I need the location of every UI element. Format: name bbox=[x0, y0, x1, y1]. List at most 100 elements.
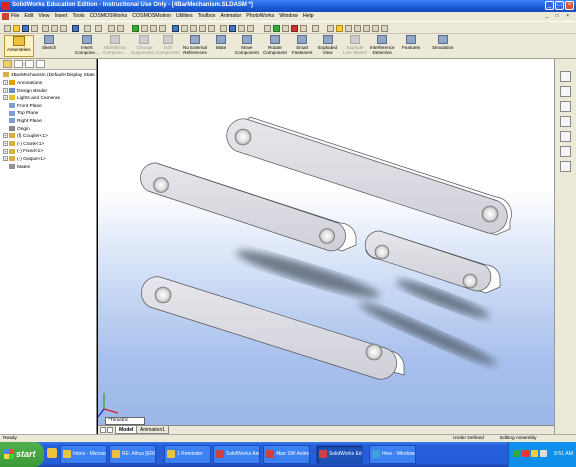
mate-button[interactable]: Mate bbox=[216, 35, 226, 50]
rotate-view-icon[interactable] bbox=[199, 25, 206, 32]
tray-icon[interactable] bbox=[522, 450, 529, 457]
output-link[interactable] bbox=[364, 230, 501, 294]
tab-prev-icon[interactable] bbox=[107, 427, 113, 433]
edit-component-button[interactable]: Edit Component bbox=[156, 35, 180, 55]
tree-root[interactable]: 4BarMechanism (Default<Display State bbox=[3, 72, 95, 80]
zoom-to-fit-icon[interactable] bbox=[172, 25, 179, 32]
no-external-references-button[interactable]: No External References bbox=[183, 35, 207, 55]
start-button[interactable]: start bbox=[0, 442, 44, 467]
options-icon[interactable] bbox=[372, 25, 379, 32]
anim-stop-icon[interactable] bbox=[291, 25, 298, 32]
sketch-tab-button[interactable]: Sketch bbox=[42, 35, 56, 50]
options-icon[interactable] bbox=[117, 25, 124, 32]
decal-icon[interactable] bbox=[363, 25, 370, 32]
tree-item[interactable]: Right Plane bbox=[9, 118, 42, 126]
exploded-view-button[interactable]: Exploded View bbox=[318, 35, 337, 55]
custom-properties-icon[interactable] bbox=[560, 161, 571, 172]
display-style-icon[interactable] bbox=[229, 25, 236, 32]
file-properties-icon[interactable] bbox=[108, 25, 115, 32]
change-suppression-button[interactable]: Change Suppressio... bbox=[131, 35, 158, 55]
expand-icon[interactable]: + bbox=[3, 148, 8, 154]
taskbar-task[interactable]: SolidWorks Anim... bbox=[213, 445, 260, 464]
menu-edit[interactable]: Edit bbox=[24, 13, 33, 19]
lighting-icon[interactable] bbox=[381, 25, 388, 32]
minimize-button[interactable]: _ bbox=[545, 1, 554, 10]
pan-icon[interactable] bbox=[208, 25, 215, 32]
graphics-area[interactable] bbox=[98, 59, 554, 434]
cut-icon[interactable] bbox=[42, 25, 49, 32]
menu-view[interactable]: View bbox=[38, 13, 49, 19]
menu-tools[interactable]: Tools bbox=[72, 13, 84, 19]
explode-line-sketch-button[interactable]: Explode Line Sketch bbox=[343, 35, 367, 55]
dimxpert-manager-tab[interactable] bbox=[36, 60, 45, 68]
tree-item[interactable]: Top Plane bbox=[9, 110, 38, 118]
tray-icon[interactable] bbox=[531, 450, 538, 457]
sketch-tool-icon[interactable] bbox=[159, 25, 166, 32]
anim-play-icon[interactable] bbox=[273, 25, 280, 32]
interference-detection-button[interactable]: Interference Detection bbox=[370, 35, 395, 55]
taskbar-task[interactable]: SolidWorks Educ... bbox=[316, 445, 363, 464]
smart-fasteners-button[interactable]: Smart Fasteners bbox=[292, 35, 312, 55]
expand-icon[interactable]: + bbox=[3, 141, 8, 147]
view-palette-icon[interactable] bbox=[560, 131, 571, 142]
new-icon[interactable] bbox=[4, 25, 11, 32]
mdi-window-controls[interactable]: _ □ × bbox=[546, 13, 573, 19]
tree-item[interactable]: + (-) Fixed<1> bbox=[3, 148, 43, 156]
open-icon[interactable] bbox=[13, 25, 20, 32]
menu-animator[interactable]: Animator bbox=[220, 13, 241, 19]
tree-item[interactable]: Front Plane bbox=[9, 103, 42, 111]
taskbar-task[interactable]: Inbox - Microsof... bbox=[60, 445, 107, 464]
tree-item[interactable]: + Design Binder bbox=[3, 87, 47, 96]
menu-help[interactable]: Help bbox=[303, 13, 314, 19]
anim-record-icon[interactable] bbox=[312, 25, 319, 32]
rotate-component-button[interactable]: Rotate Component bbox=[263, 35, 287, 55]
sketch-tool-icon[interactable] bbox=[150, 25, 157, 32]
appearances-icon[interactable] bbox=[560, 146, 571, 157]
smart-dimension-icon[interactable] bbox=[132, 25, 139, 32]
anim-end-icon[interactable] bbox=[300, 25, 307, 32]
tree-item[interactable]: + (-) Output<1> bbox=[3, 156, 46, 164]
rebuild-icon[interactable] bbox=[95, 25, 102, 32]
property-manager-tab[interactable] bbox=[14, 60, 23, 68]
quicklaunch-icon[interactable] bbox=[47, 448, 57, 458]
assemblies-tab-button[interactable]: Assemblies bbox=[4, 35, 34, 57]
tree-item[interactable]: + Annotations bbox=[3, 80, 42, 88]
copy-icon[interactable] bbox=[51, 25, 58, 32]
menu-cosmosworks[interactable]: COSMOSWorks bbox=[90, 13, 128, 19]
view-orientation-icon[interactable] bbox=[220, 25, 227, 32]
tree-item[interactable]: Mates bbox=[9, 163, 30, 172]
tab-first-icon[interactable] bbox=[100, 427, 106, 433]
expand-icon[interactable]: + bbox=[3, 133, 8, 139]
menu-insert[interactable]: Insert bbox=[54, 13, 67, 19]
menu-photoworks[interactable]: PhotoWorks bbox=[246, 13, 274, 19]
paste-icon[interactable] bbox=[60, 25, 67, 32]
document-icon[interactable] bbox=[2, 13, 9, 20]
simulation-button[interactable]: Simulation bbox=[432, 35, 453, 50]
tree-item[interactable]: + (f) Coupler<1> bbox=[3, 133, 48, 141]
sketch-tool-icon[interactable] bbox=[141, 25, 148, 32]
tree-item[interactable]: + (-) Crank<1> bbox=[3, 141, 44, 149]
tree-item[interactable]: Origin bbox=[9, 125, 30, 134]
solidworks-app-icon[interactable] bbox=[2, 2, 10, 10]
tab-animation[interactable]: Animation1 bbox=[136, 426, 170, 434]
undo-icon[interactable] bbox=[72, 25, 79, 32]
menu-toolbox[interactable]: Toolbox bbox=[198, 13, 216, 19]
expand-icon[interactable]: + bbox=[3, 156, 8, 162]
tab-model[interactable]: Model bbox=[115, 426, 138, 434]
maximize-button[interactable]: □ bbox=[555, 1, 564, 10]
taskbar-task[interactable]: 4bar SW Animati... bbox=[263, 445, 310, 464]
file-explorer-icon[interactable] bbox=[560, 101, 571, 112]
model-view[interactable] bbox=[98, 59, 554, 434]
zoom-in-out-icon[interactable] bbox=[190, 25, 197, 32]
section-view-icon[interactable] bbox=[247, 25, 254, 32]
photoworks-icon[interactable] bbox=[327, 25, 334, 32]
menu-cosmosmotion[interactable]: COSMOSMotion bbox=[132, 13, 171, 19]
volume-icon[interactable] bbox=[540, 450, 547, 457]
expand-icon[interactable]: + bbox=[3, 80, 8, 86]
zoom-area-icon[interactable] bbox=[181, 25, 188, 32]
render-icon[interactable] bbox=[336, 25, 343, 32]
menu-window[interactable]: Window bbox=[279, 13, 297, 19]
menu-utilities[interactable]: Utilities bbox=[176, 13, 193, 19]
feature-manager-tab[interactable] bbox=[3, 60, 12, 68]
search-icon[interactable] bbox=[560, 116, 571, 127]
